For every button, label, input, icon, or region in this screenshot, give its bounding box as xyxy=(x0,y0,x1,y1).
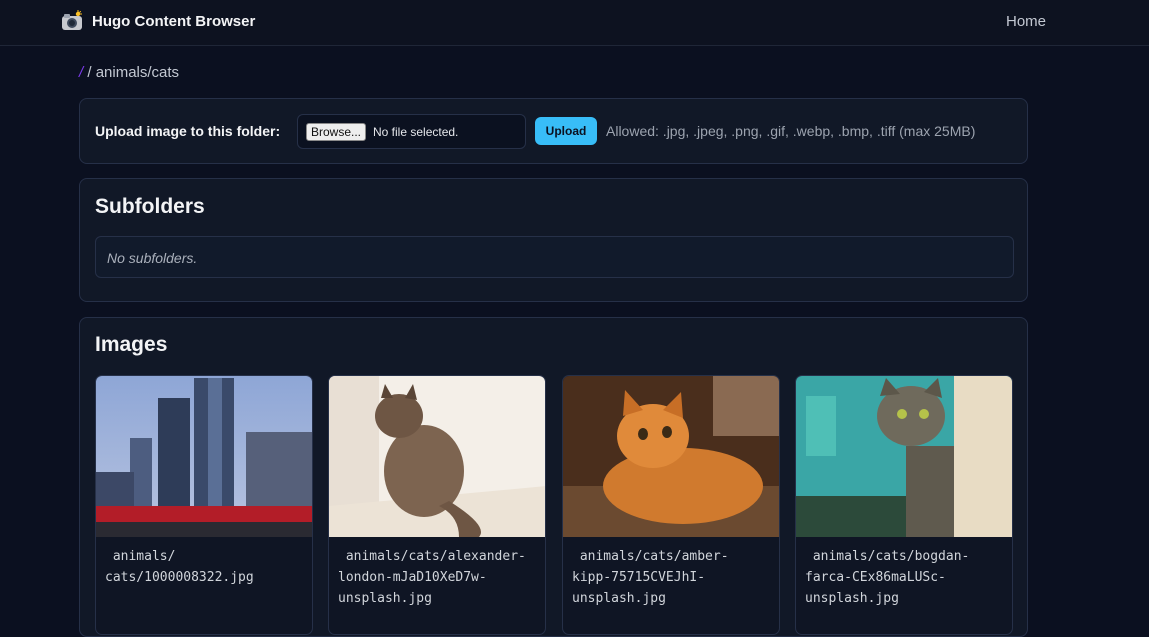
camera-icon xyxy=(61,10,83,32)
breadcrumb: / / animals/cats xyxy=(79,64,179,81)
breadcrumb-current: animals/cats xyxy=(95,64,180,81)
allowed-formats-text: Allowed: .jpg, .jpeg, .png, .gif, .webp,… xyxy=(606,123,976,139)
app-title: Hugo Content Browser xyxy=(92,12,256,30)
browse-button[interactable]: Browse... xyxy=(306,123,367,141)
image-caption: animals/cats/alexander- london-mJaD10XeD… xyxy=(338,549,526,606)
image-tile[interactable]: animals/cats/amber- kipp-75715CVEJhI- un… xyxy=(562,375,780,635)
upload-button[interactable]: Upload xyxy=(535,117,597,145)
subfolders-empty-state: No subfolders. xyxy=(95,236,1014,278)
subfolders-title: Subfolders xyxy=(95,195,205,218)
images-panel: Images animals/ cats/1000008322.jpg anim… xyxy=(79,317,1028,637)
image-thumbnail[interactable] xyxy=(796,376,1013,537)
image-tile[interactable]: animals/cats/alexander- london-mJaD10XeD… xyxy=(328,375,546,635)
subfolders-empty-text: No subfolders. xyxy=(107,250,198,266)
image-tile[interactable]: animals/cats/bogdan- farca-CEx86maLUSc- … xyxy=(795,375,1013,635)
nav-home-link[interactable]: Home xyxy=(1006,13,1046,30)
image-thumbnail[interactable] xyxy=(96,376,313,537)
breadcrumb-root-link[interactable]: / xyxy=(79,64,83,81)
brand[interactable]: Hugo Content Browser xyxy=(61,10,255,32)
images-title: Images xyxy=(95,333,168,356)
top-navbar: Hugo Content Browser Home xyxy=(0,0,1149,46)
image-thumbnail[interactable] xyxy=(563,376,780,537)
image-caption: animals/cats/amber- kipp-75715CVEJhI- un… xyxy=(572,549,729,606)
image-caption: animals/ cats/1000008322.jpg xyxy=(105,549,254,585)
subfolders-panel: Subfolders No subfolders. xyxy=(79,178,1028,302)
image-tile[interactable]: animals/ cats/1000008322.jpg xyxy=(95,375,313,635)
image-caption: animals/cats/bogdan- farca-CEx86maLUSc- … xyxy=(805,549,970,606)
upload-panel: Upload image to this folder: Browse... N… xyxy=(79,98,1028,164)
file-input[interactable]: Browse... No file selected. xyxy=(297,114,526,149)
upload-label: Upload image to this folder: xyxy=(95,123,281,139)
breadcrumb-separator: / xyxy=(87,64,92,81)
file-status: No file selected. xyxy=(373,125,459,139)
image-thumbnail[interactable] xyxy=(329,376,546,537)
